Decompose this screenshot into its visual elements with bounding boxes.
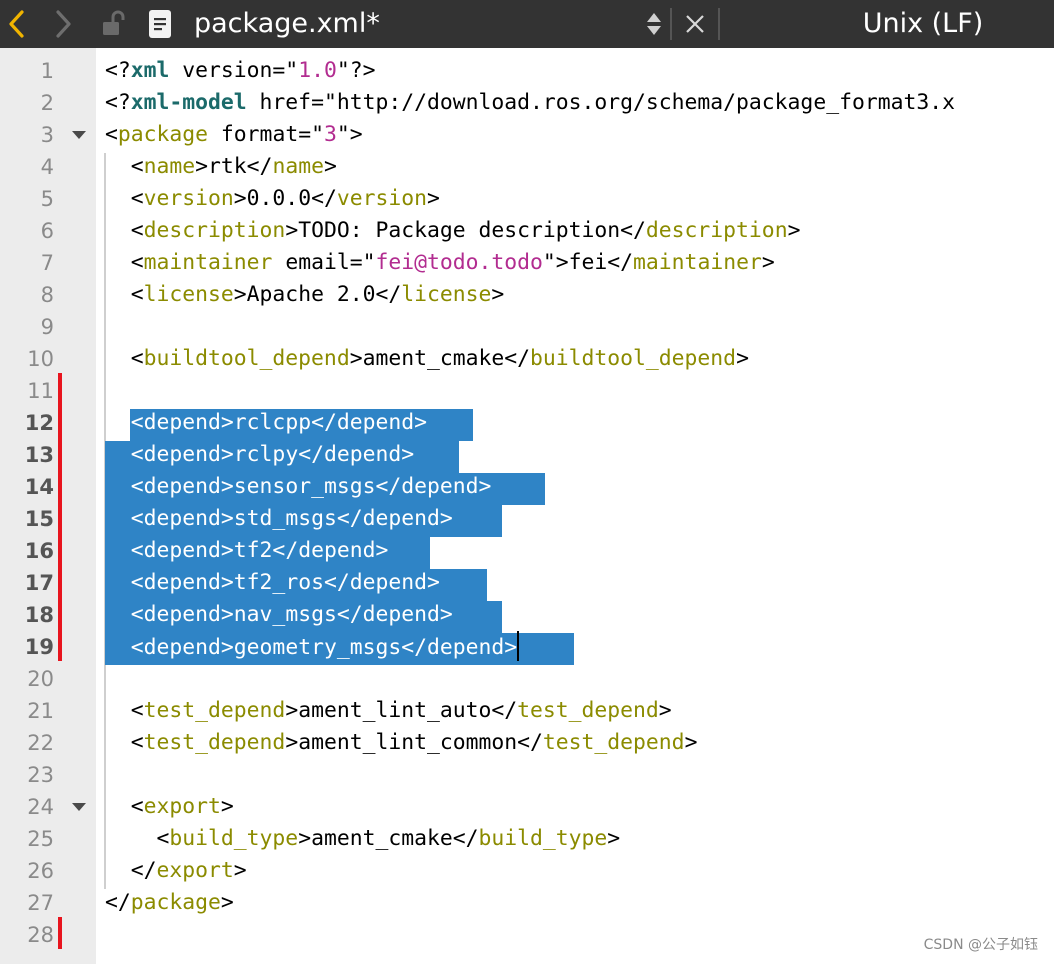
code-line[interactable]: <export> [105,791,1054,823]
code-line[interactable]: <maintainer email="fei@todo.todo">fei</m… [105,247,1054,279]
line-number: 26 [27,859,54,883]
line-number: 15 [24,507,54,531]
line-number: 12 [24,411,54,435]
line-number: 11 [27,379,54,403]
line-number: 18 [24,603,54,627]
code-line[interactable]: <version>0.0.0</version> [105,183,1054,215]
line-number: 10 [27,347,54,371]
tab-switch-button[interactable] [640,0,668,48]
line-number-gutter: 1 2 3 4 5 6 7 8 9 10 11 12 13 14 15 16 17 18 19 20 21 22 23 24 2… [0,48,96,964]
code-line[interactable]: <depend>rclcpp</depend> [105,407,1054,439]
watermark: CSDN @公子如钰 [923,937,1038,953]
code-line[interactable]: </export> [105,855,1054,887]
line-number: 5 [40,187,54,211]
line-number: 1 [40,59,54,83]
separator [718,8,720,40]
line-number: 17 [24,571,54,595]
line-ending-selector[interactable]: Unix (LF) [800,0,1046,48]
forward-button[interactable] [46,0,80,48]
back-button[interactable] [0,0,34,48]
code-line[interactable]: <depend>nav_msgs</depend> [105,599,1054,631]
code-line[interactable]: <description>TODO: Package description</… [105,215,1054,247]
code-line[interactable]: <license>Apache 2.0</license> [105,279,1054,311]
line-number: 19 [24,635,54,659]
code-line[interactable]: <depend>rclpy</depend> [105,439,1054,471]
code-line[interactable]: <depend>tf2</depend> [105,535,1054,567]
code-line[interactable]: <package format="3"> [105,119,1054,151]
lock-button[interactable] [98,0,130,48]
line-number: 9 [40,315,54,339]
code-line[interactable]: ​ [105,759,1054,791]
close-icon [686,15,704,33]
change-marker [58,917,62,949]
code-line[interactable]: <?xml version="1.0"?> [105,55,1054,87]
code-line[interactable]: ​ [105,311,1054,343]
code-line[interactable]: <?xml-model href="http://download.ros.or… [105,87,1054,119]
code-line[interactable]: <depend>sensor_msgs</depend> [105,471,1054,503]
line-number: 3 [40,123,54,147]
line-number: 13 [24,443,54,467]
code-line[interactable]: <depend>geometry_msgs</depend> [105,631,1054,663]
fold-toggle-icon[interactable] [72,131,86,139]
line-number: 24 [27,795,54,819]
line-number: 2 [40,91,54,115]
line-number: 16 [24,539,54,563]
file-name: package.xml* [194,8,380,39]
title-bar: package.xml* Unix (LF) [0,0,1054,48]
change-marker [58,373,62,661]
line-number: 14 [24,475,54,499]
lock-open-icon [103,10,125,35]
code-line[interactable]: <name>rtk</name> [105,151,1054,183]
code-line[interactable]: ​ [105,663,1054,695]
line-number: 4 [40,155,54,179]
text-caret [517,631,520,661]
code-line[interactable]: </package> [105,887,1054,919]
separator [670,8,672,40]
line-number: 8 [40,283,54,307]
chevron-left-icon [9,10,24,38]
line-number: 7 [40,251,54,275]
fold-toggle-icon[interactable] [72,803,86,811]
code-editor[interactable]: <?xml version="1.0"?> <?xml-model href="h… [105,55,1054,951]
line-number: 25 [27,827,54,851]
close-file-button[interactable] [680,0,710,48]
line-number: 27 [27,891,54,915]
code-line[interactable]: <build_type>ament_cmake</build_type> [105,823,1054,855]
sort-updown-icon [647,13,661,35]
document-icon [149,10,171,38]
code-line[interactable]: <test_depend>ament_lint_auto</test_depen… [105,695,1054,727]
code-line[interactable]: <test_depend>ament_lint_common</test_dep… [105,727,1054,759]
line-number: 20 [27,667,54,691]
code-line[interactable]: <depend>tf2_ros</depend> [105,567,1054,599]
document-button[interactable] [144,0,176,48]
code-line[interactable]: <depend>std_msgs</depend> [105,503,1054,535]
line-number: 21 [27,699,54,723]
code-line[interactable]: <buildtool_depend>ament_cmake</buildtool… [105,343,1054,375]
line-number: 22 [27,731,54,755]
line-number: 6 [40,219,54,243]
line-number: 23 [27,763,54,787]
chevron-right-icon [56,10,71,38]
code-line[interactable]: ​ [105,375,1054,407]
line-number: 28 [27,923,54,947]
code-line[interactable]: ​ [105,919,1054,951]
